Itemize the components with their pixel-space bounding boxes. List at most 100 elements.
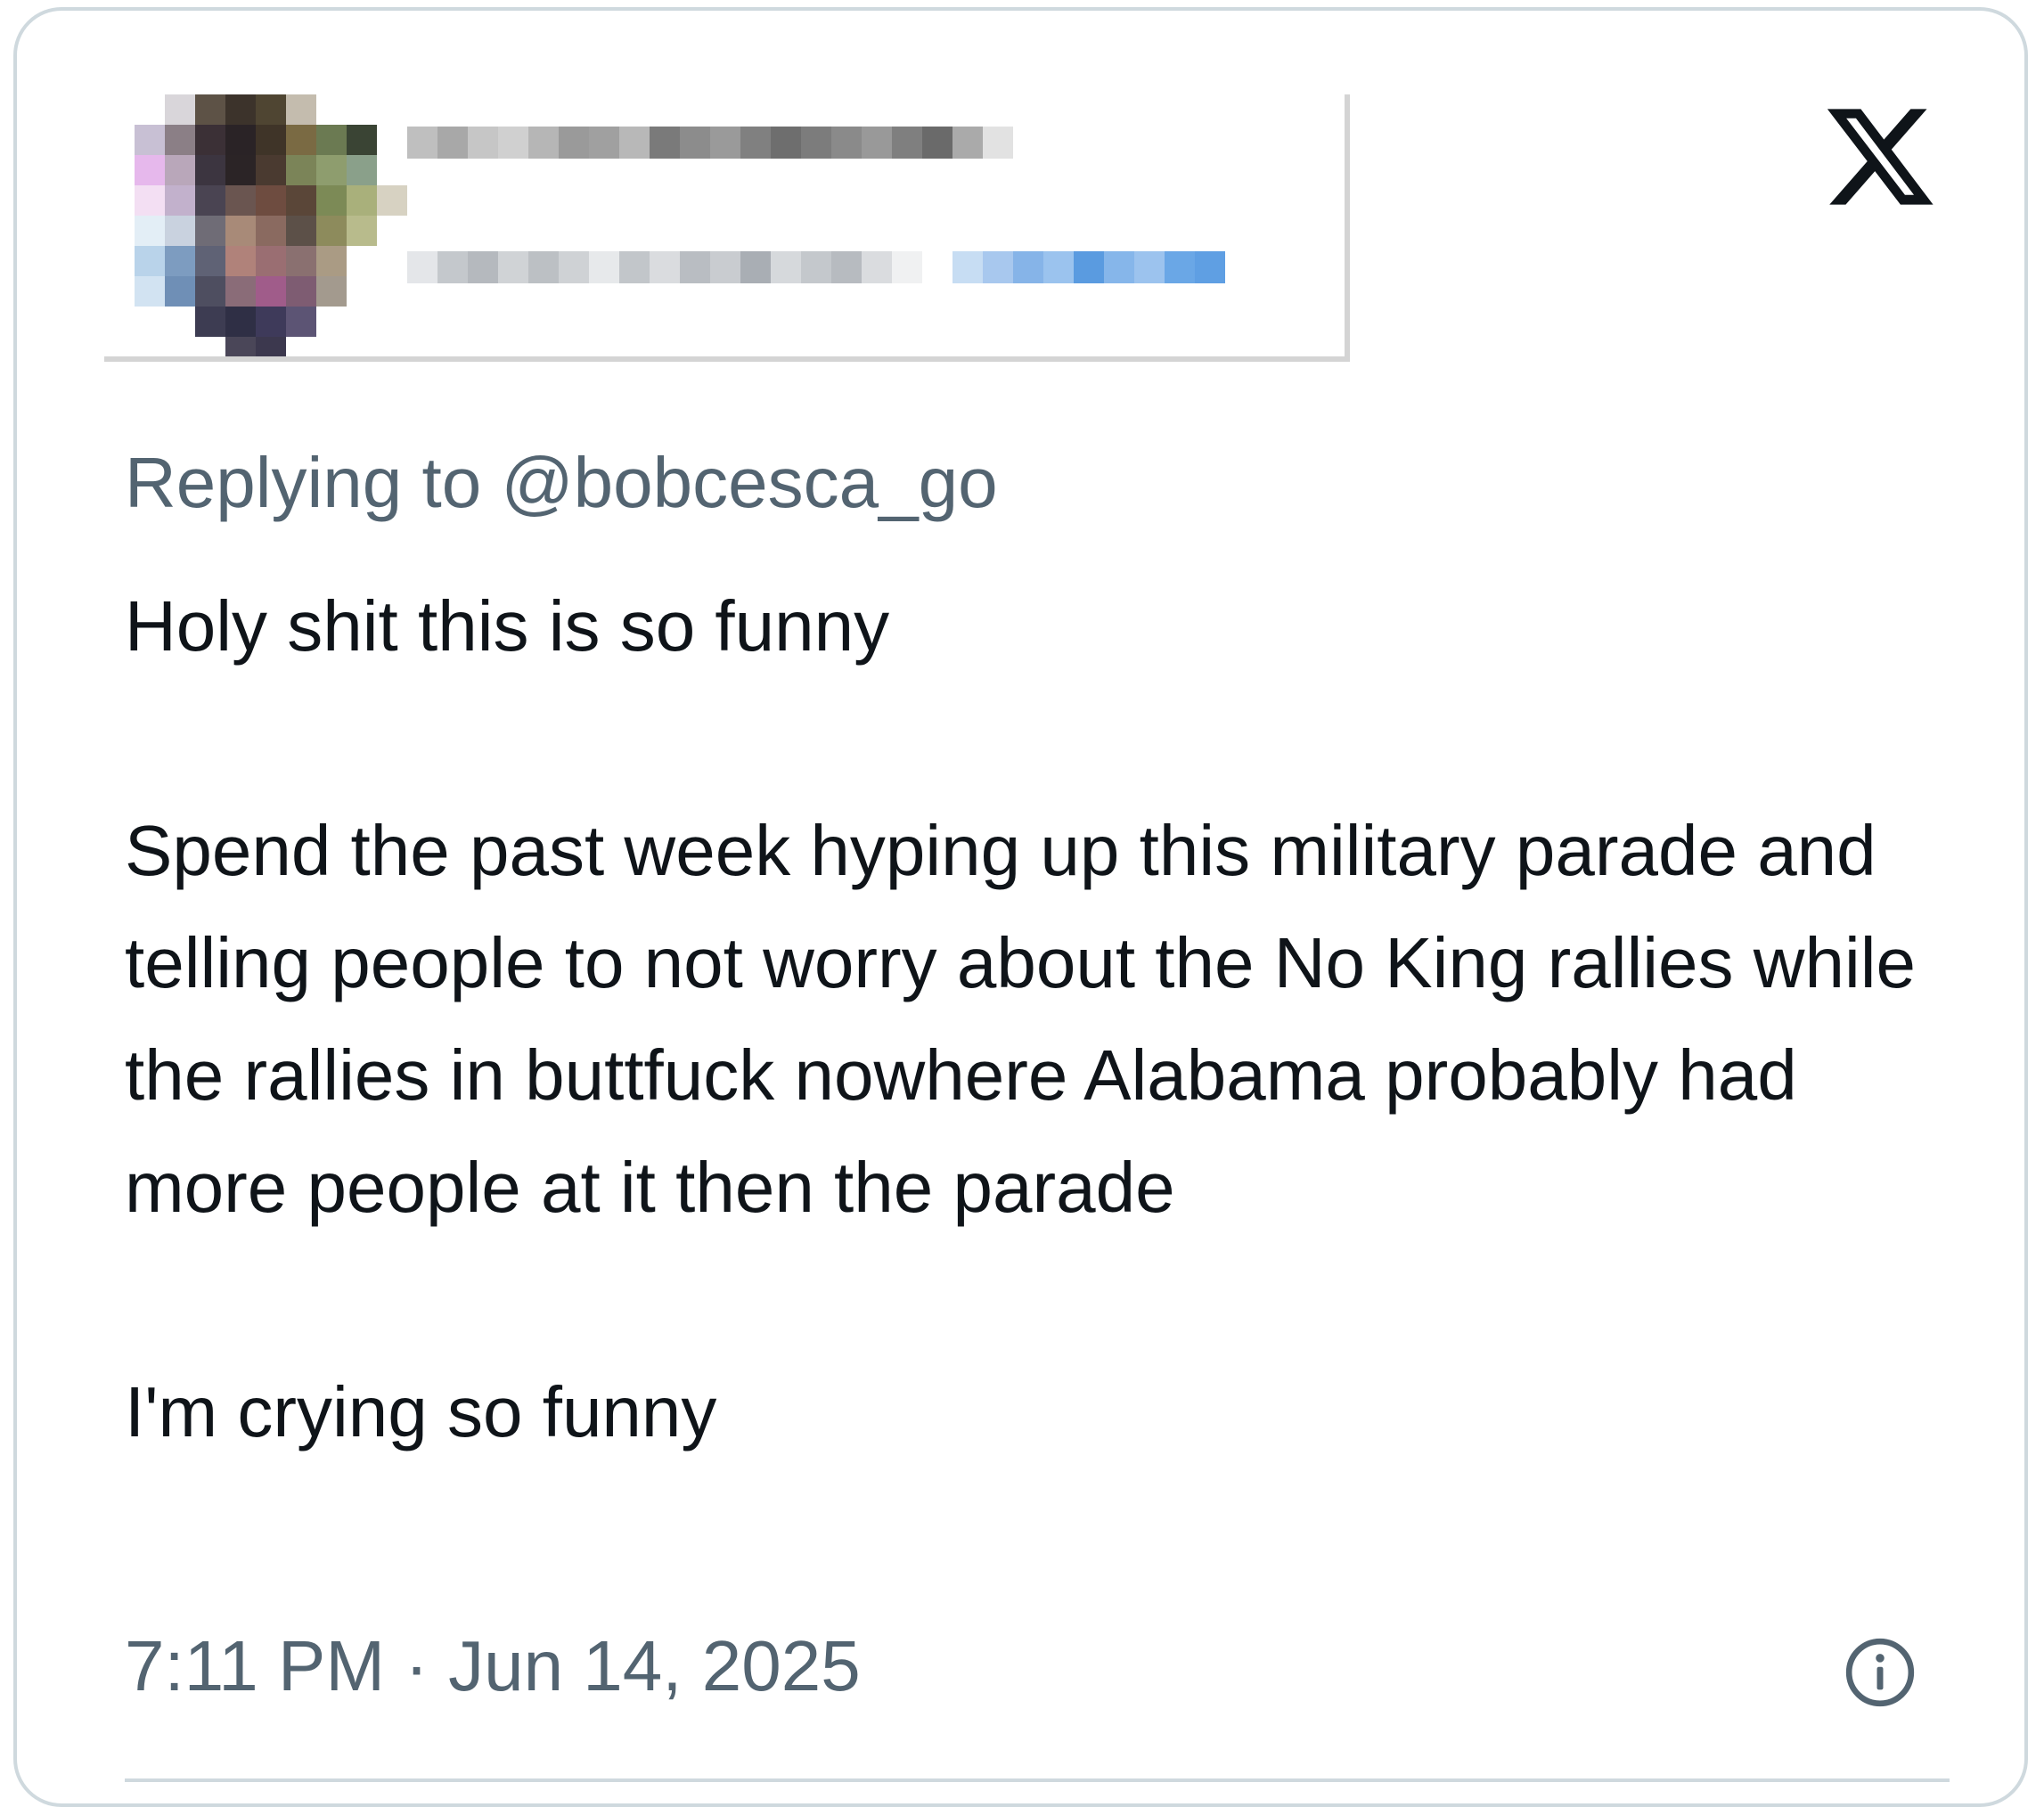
avatar-pixel: [165, 337, 195, 356]
avatar-pixel: [135, 216, 165, 246]
avatar-pixel: [377, 155, 407, 185]
avatar-pixel: [316, 155, 347, 185]
avatar[interactable]: [135, 94, 407, 356]
avatar-pixel: [256, 246, 286, 276]
censor-pixel: [1165, 251, 1195, 283]
censor-pixel: [528, 251, 559, 283]
avatar-pixel: [165, 185, 195, 216]
censor-pixel: [710, 127, 740, 159]
avatar-pixel: [286, 307, 316, 337]
avatar-pixel: [165, 94, 195, 125]
censor-pixel: [922, 251, 953, 283]
censor-pixel: [407, 251, 437, 283]
avatar-pixel: [135, 155, 165, 185]
replying-to-label[interactable]: Replying to @bobcesca_go: [125, 438, 998, 527]
censor-pixel: [1104, 251, 1134, 283]
censor-pixel: [1074, 251, 1104, 283]
avatar-pixel: [347, 246, 377, 276]
avatar-pixel: [195, 185, 225, 216]
avatar-pixel: [135, 246, 165, 276]
avatar-pixel: [195, 337, 225, 356]
censor-pixel: [589, 127, 619, 159]
censor-pixel: [771, 251, 801, 283]
avatar-pixel: [195, 125, 225, 155]
avatar-pixel: [165, 276, 195, 307]
censor-pixel: [983, 251, 1013, 283]
avatar-pixel: [347, 216, 377, 246]
avatar-pixel: [377, 246, 407, 276]
censor-pixel: [680, 251, 710, 283]
avatar-pixel: [316, 307, 347, 337]
avatar-pixel: [135, 337, 165, 356]
censor-pixel: [740, 127, 771, 159]
censor-pixel: [437, 251, 468, 283]
avatar-pixel: [256, 94, 286, 125]
avatar-pixel: [225, 125, 256, 155]
avatar-pixel: [347, 307, 377, 337]
avatar-pixel: [135, 185, 165, 216]
avatar-pixel: [256, 125, 286, 155]
tweet-timestamp[interactable]: 7:11 PM · Jun 14, 2025: [125, 1622, 861, 1711]
avatar-pixel: [286, 125, 316, 155]
censor-pixel: [468, 251, 498, 283]
avatar-pixel: [377, 185, 407, 216]
tweet-paragraph: I'm crying so funny: [125, 1372, 717, 1451]
censor-pixel: [559, 251, 589, 283]
author-display-name[interactable]: [407, 127, 1013, 159]
avatar-pixel: [256, 155, 286, 185]
avatar-pixel: [225, 94, 256, 125]
avatar-pixel: [135, 94, 165, 125]
censor-pixel: [892, 251, 922, 283]
avatar-pixel: [377, 276, 407, 307]
tweet-card: Replying to @bobcesca_go Holy shit this …: [13, 7, 2028, 1807]
avatar-pixel: [347, 94, 377, 125]
avatar-pixel: [195, 155, 225, 185]
avatar-pixel: [195, 94, 225, 125]
avatar-pixel: [195, 246, 225, 276]
avatar-pixel: [377, 94, 407, 125]
censor-pixel: [619, 251, 650, 283]
censor-pixel: [559, 127, 589, 159]
censor-pixel: [619, 127, 650, 159]
avatar-pixel: [377, 216, 407, 246]
tweet-body: Holy shit this is so funny Spend the pas…: [125, 570, 1978, 1468]
avatar-pixel: [347, 155, 377, 185]
censor-pixel: [680, 127, 710, 159]
censor-pixel: [528, 127, 559, 159]
censor-pixel: [498, 251, 528, 283]
censor-pixel: [801, 127, 831, 159]
avatar-pixel: [256, 276, 286, 307]
censor-pixel: [1013, 251, 1043, 283]
avatar-pixel: [347, 276, 377, 307]
avatar-pixel: [286, 185, 316, 216]
avatar-pixel: [256, 337, 286, 356]
avatar-pixel: [225, 185, 256, 216]
avatar-pixel: [286, 216, 316, 246]
avatar-pixel: [286, 276, 316, 307]
avatar-pixel: [347, 337, 377, 356]
info-icon[interactable]: [1841, 1633, 1919, 1712]
avatar-pixel: [225, 246, 256, 276]
avatar-pixel: [225, 337, 256, 356]
censor-pixel: [801, 251, 831, 283]
censor-pixel: [892, 127, 922, 159]
avatar-pixel: [316, 125, 347, 155]
avatar-pixel: [316, 216, 347, 246]
avatar-pixel: [165, 216, 195, 246]
censor-pixel: [650, 251, 680, 283]
avatar-pixel: [165, 307, 195, 337]
avatar-pixel: [256, 216, 286, 246]
censor-pixel: [710, 251, 740, 283]
censor-pixel: [740, 251, 771, 283]
censor-pixel: [407, 127, 437, 159]
censor-pixel: [589, 251, 619, 283]
x-logo-icon[interactable]: [1817, 98, 1943, 216]
avatar-pixel: [286, 94, 316, 125]
avatar-pixel: [165, 246, 195, 276]
avatar-pixel: [135, 276, 165, 307]
censor-pixel: [468, 127, 498, 159]
censor-pixel: [862, 251, 892, 283]
avatar-pixel: [165, 125, 195, 155]
author-handle[interactable]: [407, 251, 1225, 283]
censor-pixel: [953, 127, 983, 159]
